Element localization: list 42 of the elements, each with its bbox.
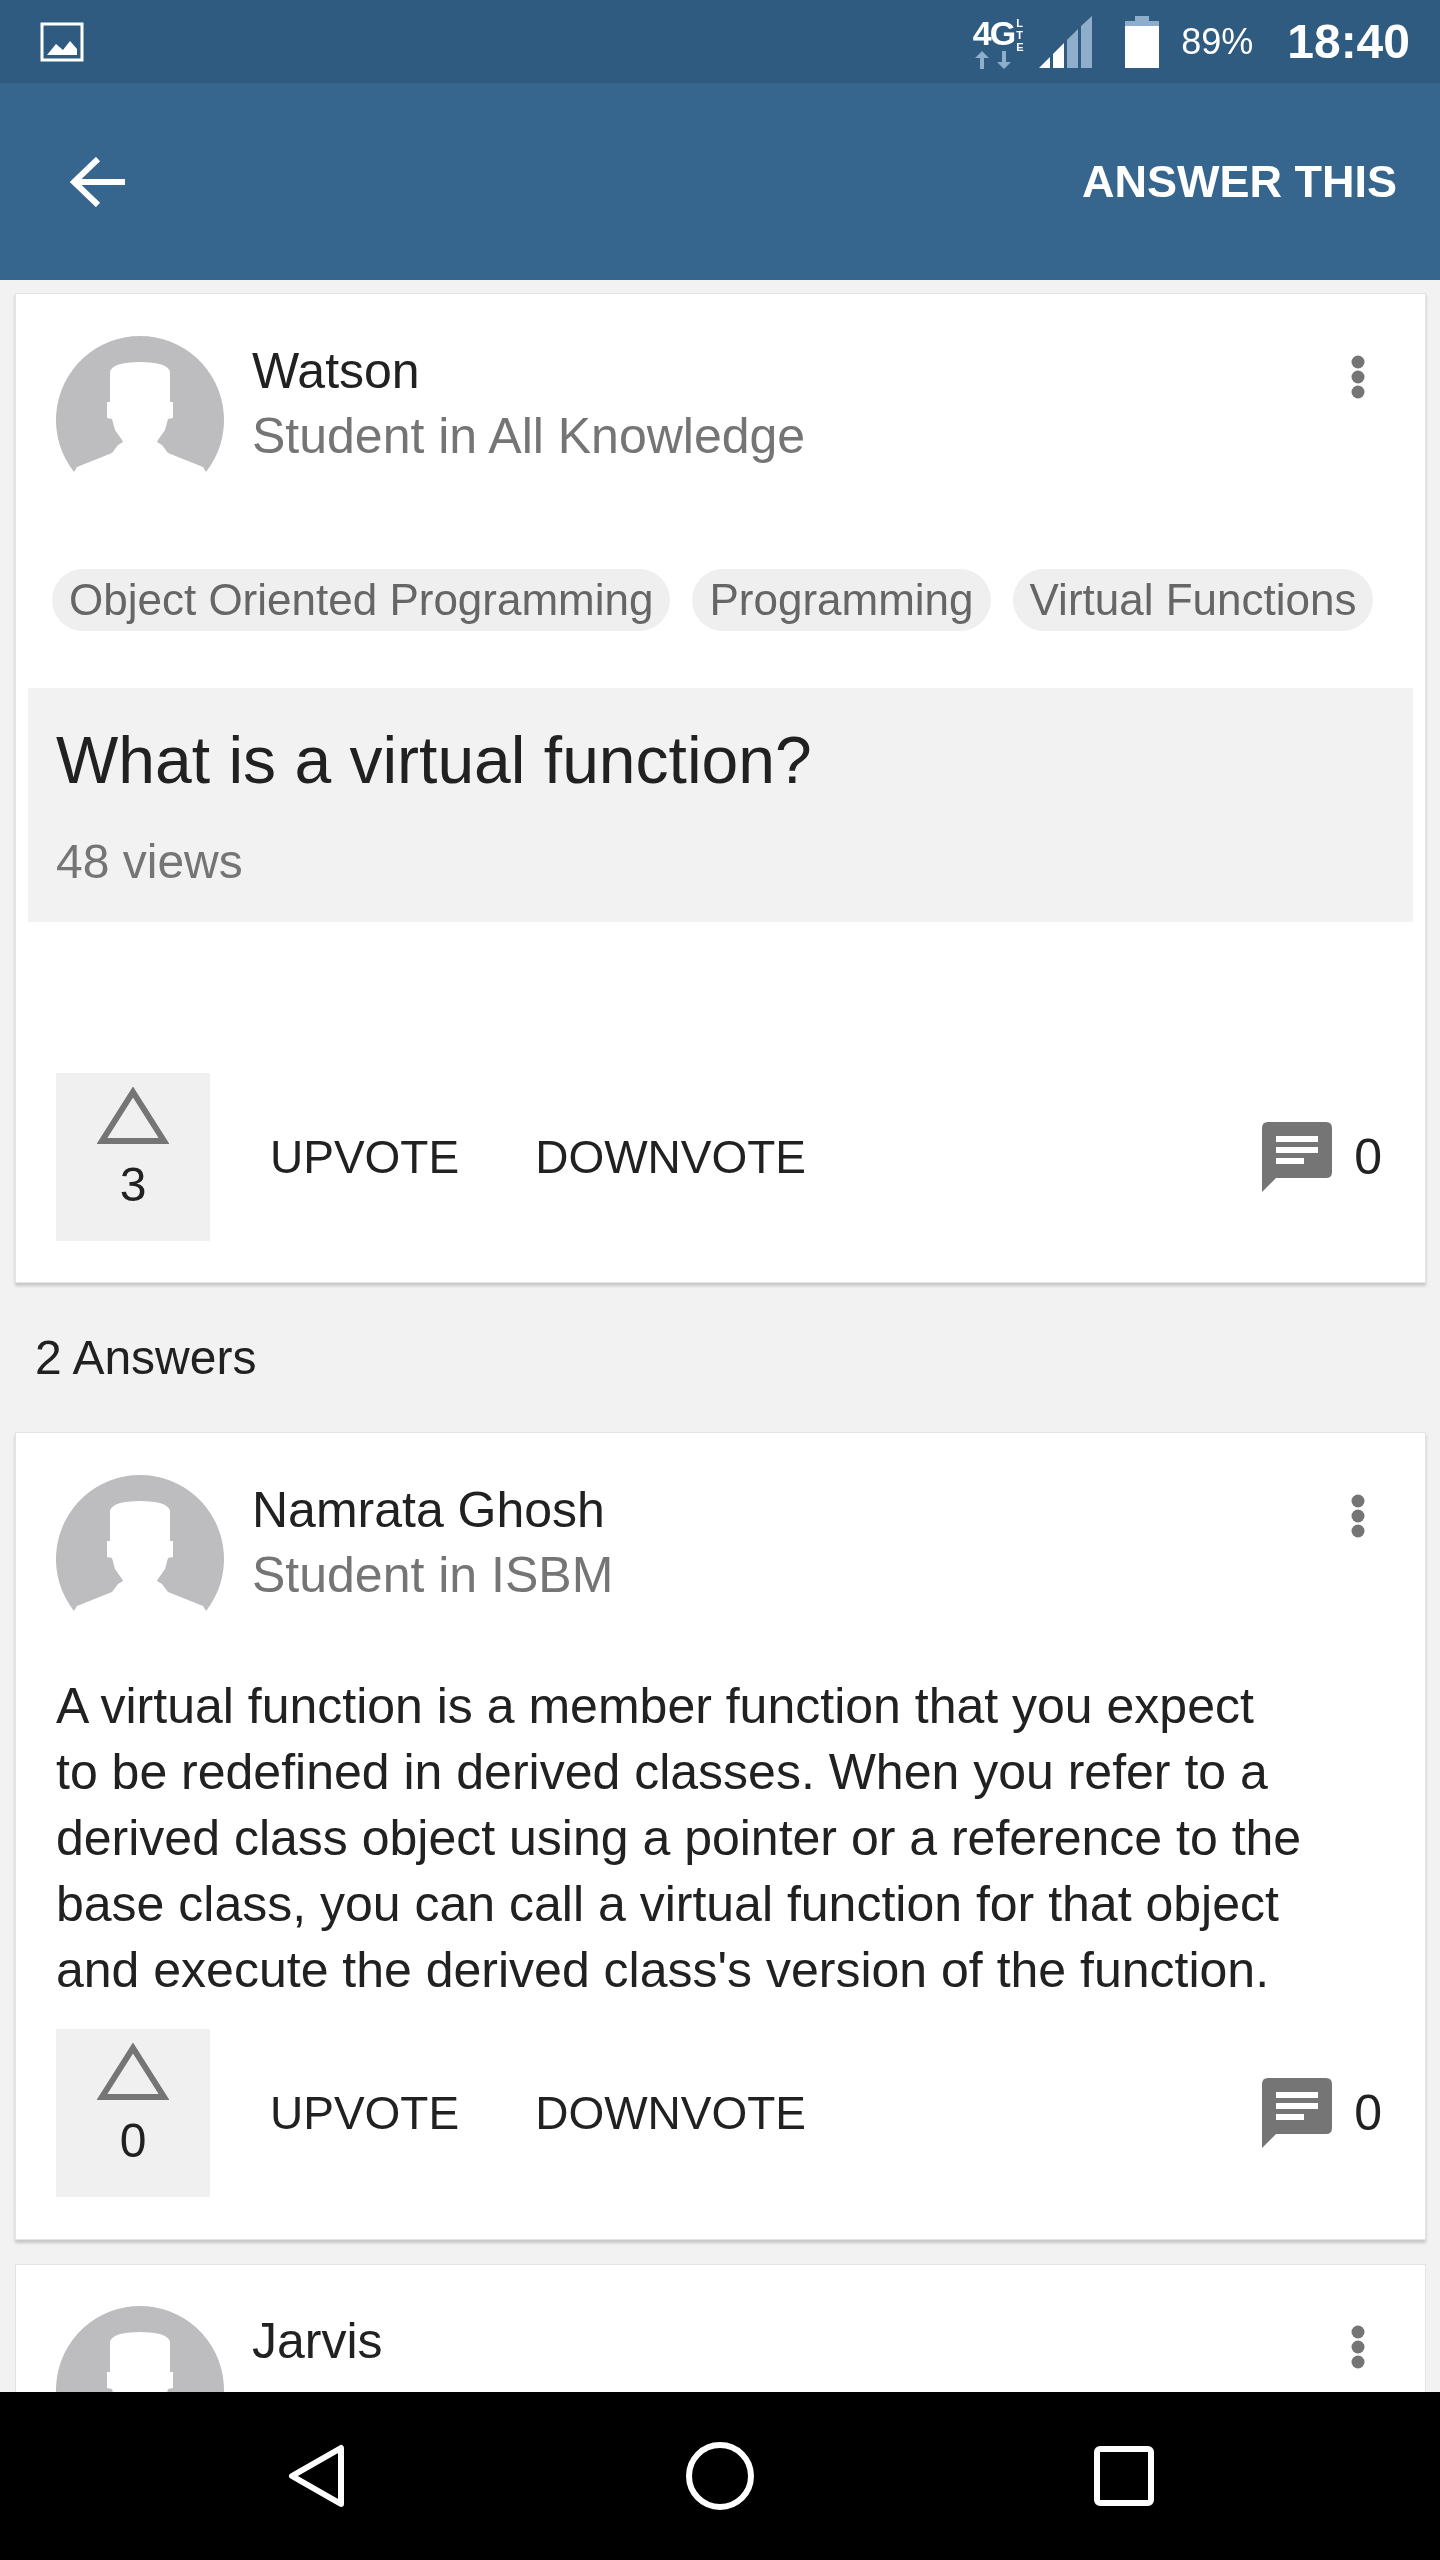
answer-text: A virtual function is a member function that you expect to be redefined in derived classes. When you refer to a derived class object using a pointer or a reference to the base class, you can call a virtual function for that object and execute the derived class's version of the function. bbox=[56, 1677, 1303, 2000]
author-subtitle: Student in All Knowledge bbox=[252, 407, 806, 466]
author-name: Watson bbox=[252, 342, 421, 401]
upvote-button[interactable]: UPVOTE bbox=[270, 1129, 460, 1185]
downvote-button[interactable]: DOWNVOTE bbox=[535, 1129, 807, 1185]
topic-tag[interactable]: Virtual Functions bbox=[1012, 569, 1374, 631]
author-name: Jarvis bbox=[252, 2312, 383, 2371]
more-options-icon[interactable] bbox=[1351, 355, 1365, 399]
battery-percent: 89% bbox=[1181, 19, 1254, 64]
more-options-icon[interactable] bbox=[1351, 1494, 1365, 1538]
answer-this-button[interactable]: ANSWER THIS bbox=[1082, 153, 1397, 210]
downvote-button[interactable]: DOWNVOTE bbox=[535, 2085, 807, 2141]
comment-button[interactable]: 0 bbox=[1262, 2078, 1382, 2148]
back-arrow-icon[interactable] bbox=[70, 156, 127, 207]
answers-heading: 2 Answers bbox=[35, 1329, 257, 1386]
comment-icon bbox=[1262, 2078, 1333, 2148]
recents-square-icon[interactable] bbox=[1094, 2446, 1154, 2506]
question-title: What is a virtual function? bbox=[56, 722, 812, 799]
network-label: LTE bbox=[1016, 16, 1025, 53]
vote-count: 3 bbox=[119, 1157, 147, 1213]
network-type: 4G bbox=[972, 14, 1015, 51]
vote-box[interactable]: 3 bbox=[56, 1073, 210, 1241]
view-count: 48 views bbox=[56, 834, 243, 890]
topic-tag[interactable]: Programming bbox=[692, 569, 991, 631]
more-options-icon[interactable] bbox=[1351, 2325, 1365, 2369]
home-circle-icon[interactable] bbox=[686, 2442, 754, 2510]
back-triangle-icon[interactable] bbox=[286, 2443, 346, 2509]
triangle-icon bbox=[97, 2043, 169, 2101]
battery-icon bbox=[1125, 15, 1160, 68]
signal-icon bbox=[1039, 15, 1094, 68]
triangle-icon bbox=[97, 1087, 169, 1145]
upvote-button[interactable]: UPVOTE bbox=[270, 2085, 460, 2141]
image-icon bbox=[40, 21, 84, 62]
vote-box[interactable]: 0 bbox=[56, 2029, 210, 2197]
clock-time: 18:40 bbox=[1287, 13, 1410, 70]
comment-icon bbox=[1262, 1122, 1333, 1192]
author-subtitle: Student in ISBM bbox=[252, 1546, 614, 1605]
topic-tag[interactable]: Object Oriented Programming bbox=[52, 569, 671, 631]
data-arrows-icon bbox=[973, 50, 1014, 69]
comment-button[interactable]: 0 bbox=[1262, 1122, 1382, 1192]
author-name: Namrata Ghosh bbox=[252, 1481, 606, 1540]
vote-count: 0 bbox=[119, 2113, 147, 2169]
